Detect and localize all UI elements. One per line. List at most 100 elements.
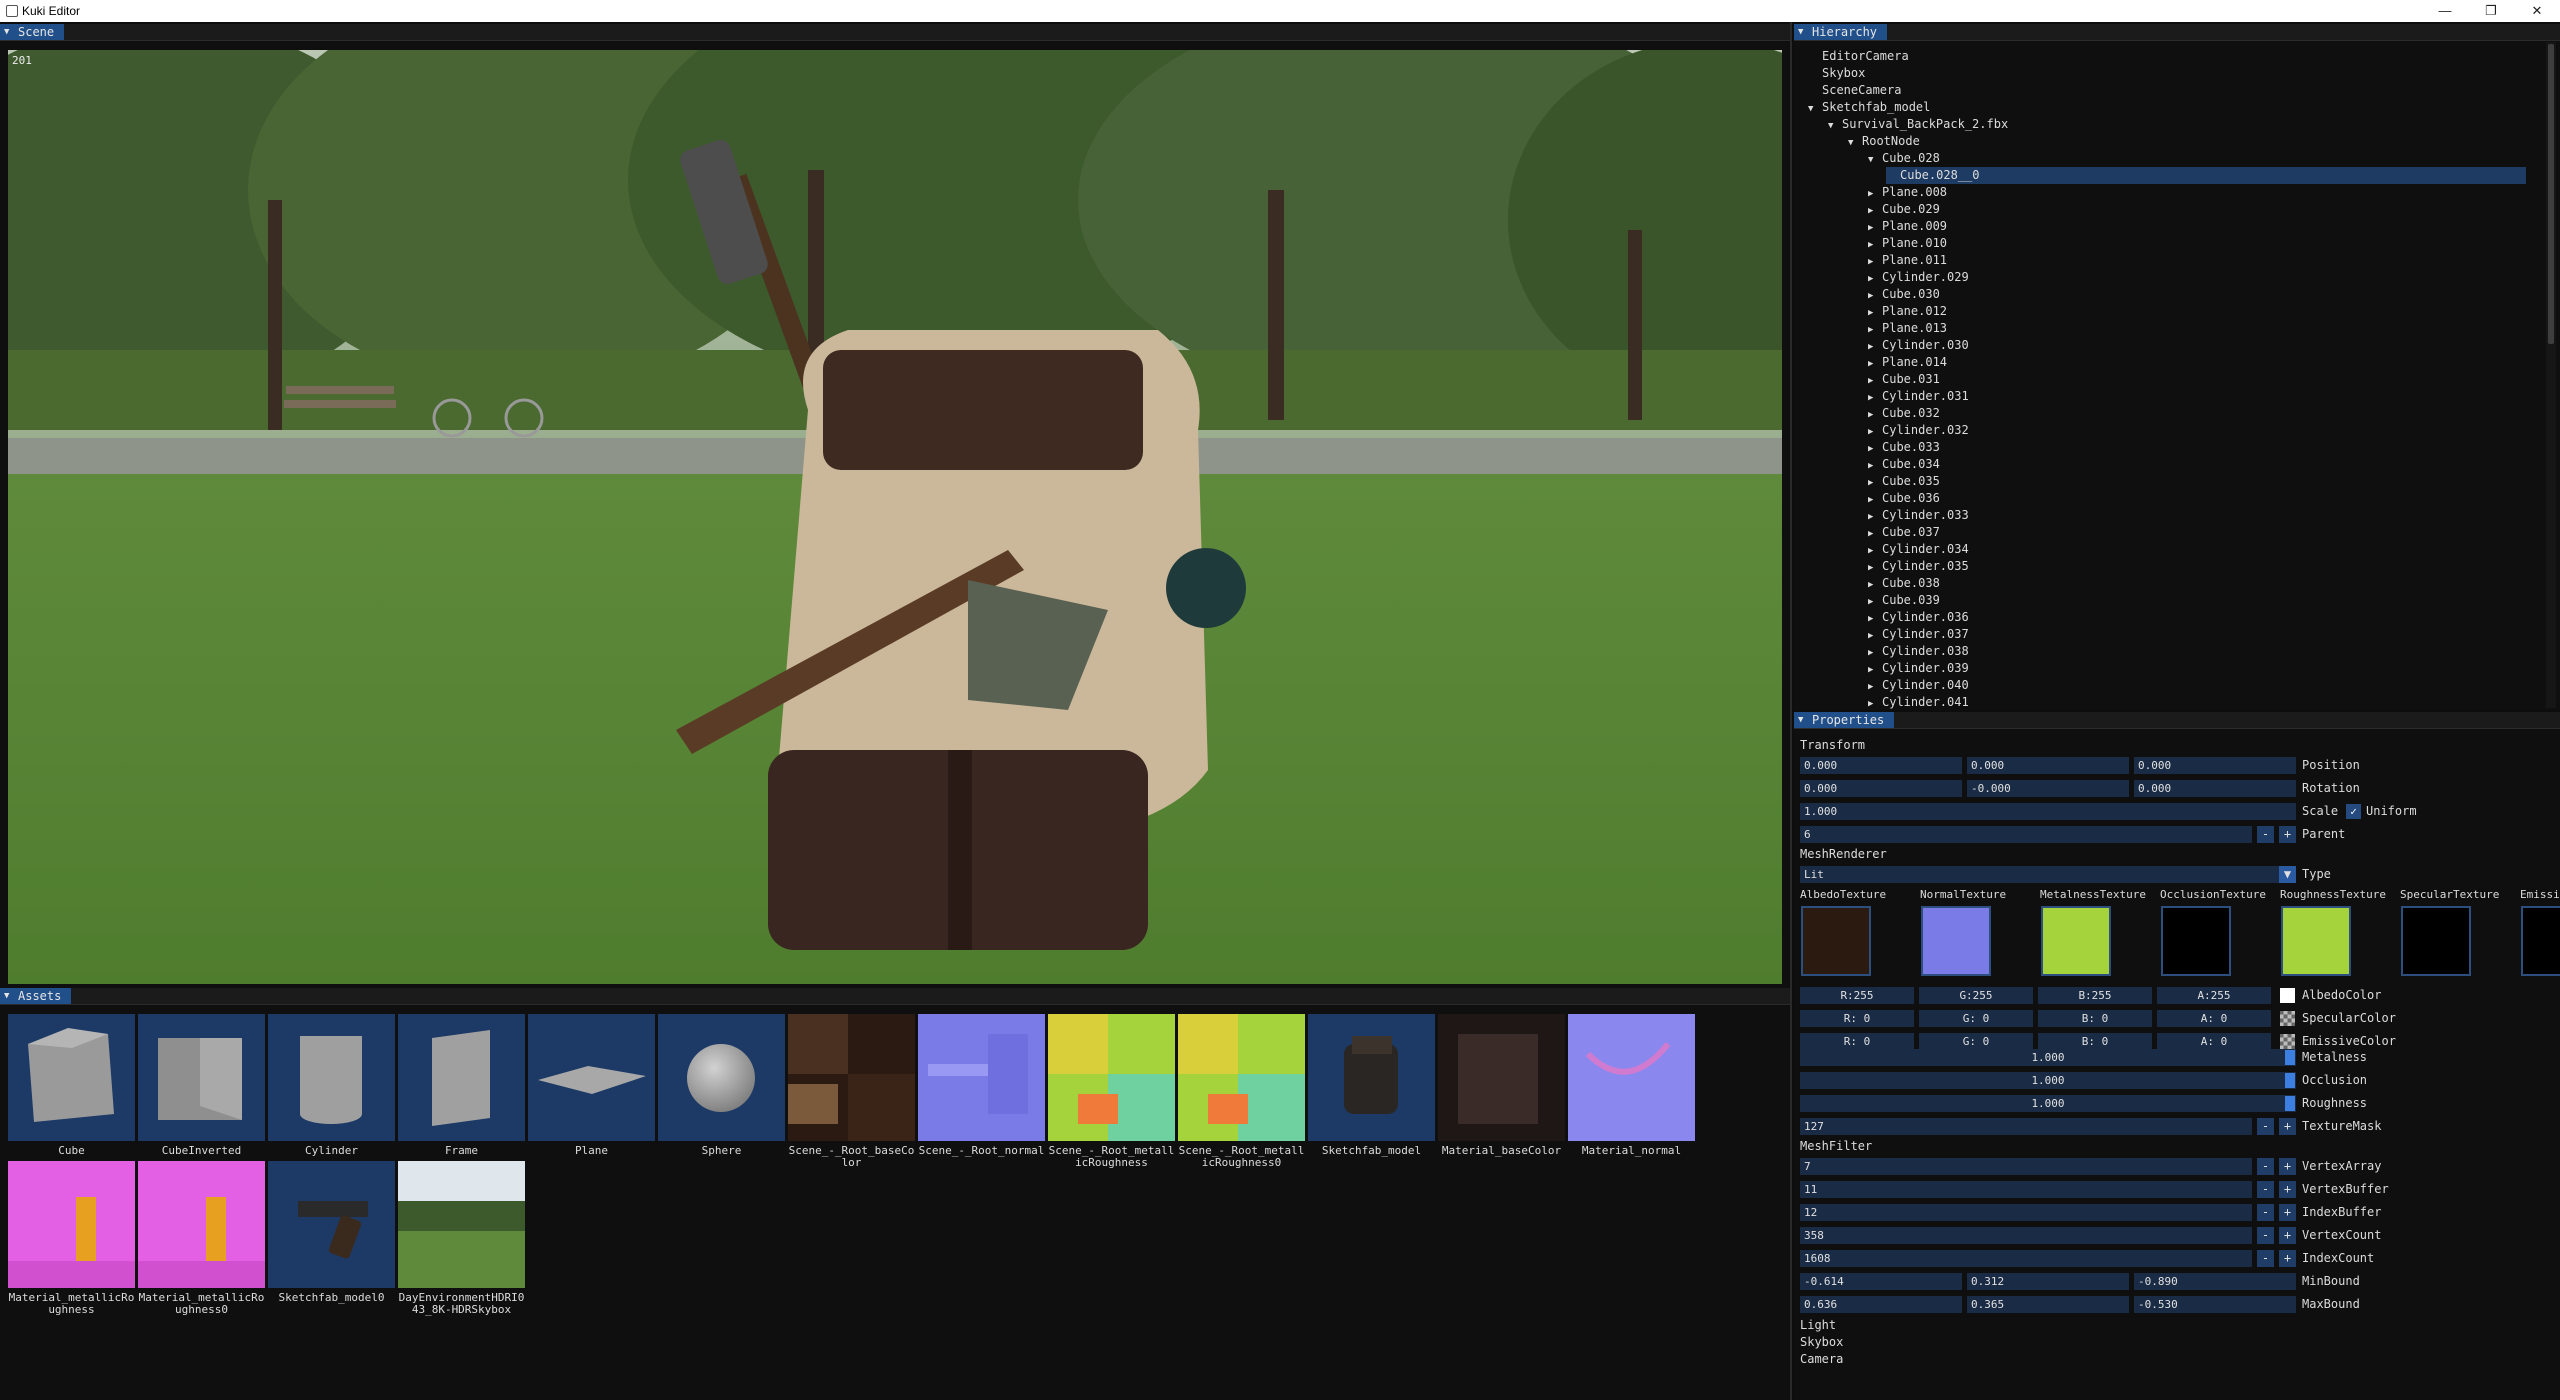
asset-item[interactable]: Material_metallicRoughness0 — [138, 1161, 265, 1316]
texture-slot[interactable] — [2281, 906, 2351, 976]
vertex-buffer-increment-button[interactable]: + — [2279, 1181, 2296, 1198]
hierarchy-item[interactable]: EditorCamera — [1808, 48, 1909, 65]
max-bound-z-field[interactable]: -0.530 — [2134, 1296, 2296, 1313]
parent-increment-button[interactable]: + — [2279, 826, 2296, 843]
position-y-field[interactable]: 0.000 — [1967, 757, 2129, 774]
asset-item[interactable]: Material_baseColor — [1438, 1014, 1565, 1157]
asset-item[interactable]: Frame — [398, 1014, 525, 1157]
specular-color-g-field[interactable]: G: 0 — [1919, 1010, 2033, 1027]
hierarchy-item[interactable]: ▶ Cylinder.034 — [1868, 541, 1969, 558]
albedo-color-g-field[interactable]: G:255 — [1919, 987, 2033, 1004]
index-buffer-field[interactable]: 12 — [1800, 1204, 2252, 1221]
hierarchy-item[interactable]: ▼ Survival_BackPack_2.fbx — [1828, 116, 2008, 133]
hierarchy-item[interactable]: ▶ Cube.037 — [1868, 524, 1940, 541]
index-count-decrement-button[interactable]: - — [2257, 1250, 2274, 1267]
asset-item[interactable]: Material_normal — [1568, 1014, 1695, 1157]
min-bound-x-field[interactable]: -0.614 — [1800, 1273, 1962, 1290]
asset-item[interactable]: Plane — [528, 1014, 655, 1157]
occlusion-slider[interactable]: 1.000 — [1800, 1072, 2296, 1089]
roughness-slider-grab[interactable] — [2285, 1096, 2295, 1111]
asset-item[interactable]: CubeInverted — [138, 1014, 265, 1157]
uniform-checkbox[interactable]: ✓ — [2346, 804, 2361, 819]
texture-slot[interactable] — [2401, 906, 2471, 976]
index-buffer-decrement-button[interactable]: - — [2257, 1204, 2274, 1221]
specular-color-b-field[interactable]: B: 0 — [2038, 1010, 2152, 1027]
hierarchy-item[interactable]: ▶ Plane.009 — [1868, 218, 1947, 235]
max-bound-y-field[interactable]: 0.365 — [1967, 1296, 2129, 1313]
metalness-slider[interactable]: 1.000 — [1800, 1049, 2296, 1066]
hierarchy-tab[interactable]: ▼ Hierarchy — [1794, 24, 1888, 40]
hierarchy-item[interactable]: ▶ Cube.030 — [1868, 286, 1940, 303]
emissive-color-b-field[interactable]: B: 0 — [2038, 1033, 2152, 1050]
specular-color-r-field[interactable]: R: 0 — [1800, 1010, 1914, 1027]
emissive-color-swatch[interactable] — [2280, 1034, 2295, 1049]
collapse-arrow-icon[interactable]: ▼ — [4, 988, 9, 1004]
hierarchy-scroll-thumb[interactable] — [2548, 44, 2554, 344]
hierarchy-item[interactable]: ▶ Cylinder.039 — [1868, 660, 1969, 677]
hierarchy-item[interactable]: ▶ Cube.031 — [1868, 371, 1940, 388]
max-bound-x-field[interactable]: 0.636 — [1800, 1296, 1962, 1313]
texture-slot[interactable] — [2161, 906, 2231, 976]
vertex-buffer-decrement-button[interactable]: - — [2257, 1181, 2274, 1198]
albedo-color-r-field[interactable]: R:255 — [1800, 987, 1914, 1004]
min-bound-z-field[interactable]: -0.890 — [2134, 1273, 2296, 1290]
minimize-button[interactable]: — — [2422, 0, 2468, 22]
asset-item[interactable]: Scene_-_Root_baseColor — [788, 1014, 915, 1169]
vertex-count-field[interactable]: 358 — [1800, 1227, 2252, 1244]
hierarchy-item[interactable]: ▶ Cube.033 — [1868, 439, 1940, 456]
hierarchy-item[interactable]: ▶ Cylinder.030 — [1868, 337, 1969, 354]
texture-slot[interactable] — [1921, 906, 1991, 976]
vertex-array-increment-button[interactable]: + — [2279, 1158, 2296, 1175]
albedo-color-swatch[interactable] — [2280, 988, 2295, 1003]
hierarchy-item[interactable]: ▶ Plane.010 — [1868, 235, 1947, 252]
asset-item[interactable]: Sketchfab_model — [1308, 1014, 1435, 1157]
hierarchy-item[interactable]: ▼ RootNode — [1848, 133, 1920, 150]
specular-color-a-field[interactable]: A: 0 — [2157, 1010, 2271, 1027]
hierarchy-item[interactable]: SceneCamera — [1808, 82, 1901, 99]
hierarchy-item[interactable]: ▶ Cube.036 — [1868, 490, 1940, 507]
specular-color-swatch[interactable] — [2280, 1011, 2295, 1026]
hierarchy-scrollbar[interactable] — [2546, 42, 2556, 708]
restore-button[interactable]: ❐ — [2468, 0, 2514, 22]
hierarchy-item[interactable]: ▼ Sketchfab_model — [1808, 99, 1930, 116]
emissive-color-g-field[interactable]: G: 0 — [1919, 1033, 2033, 1050]
scene-tab[interactable]: ▼ Scene — [0, 24, 65, 40]
scale-field[interactable]: 1.000 — [1800, 803, 2296, 820]
hierarchy-item[interactable]: ▶ Plane.013 — [1868, 320, 1947, 337]
vertex-array-field[interactable]: 7 — [1800, 1158, 2252, 1175]
parent-decrement-button[interactable]: - — [2257, 826, 2274, 843]
expanded-arrow-icon[interactable]: ▼ — [1828, 118, 1842, 135]
hierarchy-item[interactable]: ▶ Cylinder.041 — [1868, 694, 1969, 711]
hierarchy-item[interactable]: ▶ Cylinder.029 — [1868, 269, 1969, 286]
collapsed-arrow-icon[interactable]: ▶ — [1868, 696, 1882, 713]
hierarchy-item[interactable]: ▶ Cylinder.032 — [1868, 422, 1969, 439]
position-x-field[interactable]: 0.000 — [1800, 757, 1962, 774]
rotation-z-field[interactable]: 0.000 — [2134, 780, 2296, 797]
asset-item[interactable]: Scene_-_Root_metallicRoughness0 — [1178, 1014, 1305, 1169]
expanded-arrow-icon[interactable]: ▼ — [1848, 135, 1862, 152]
hierarchy-item[interactable]: Skybox — [1808, 65, 1865, 82]
hierarchy-item[interactable]: ▶ Cylinder.031 — [1868, 388, 1969, 405]
hierarchy-item[interactable]: ▶ Plane.008 — [1868, 184, 1947, 201]
properties-tab[interactable]: ▼ Properties — [1794, 712, 1895, 728]
scene-viewport[interactable] — [8, 50, 1782, 984]
dropdown-arrow-icon[interactable]: ▼ — [2279, 866, 2296, 883]
vertex-buffer-field[interactable]: 11 — [1800, 1181, 2252, 1198]
asset-item[interactable]: DayEnvironmentHDRI043_8K-HDRSkybox — [398, 1161, 525, 1316]
hierarchy-item[interactable]: ▶ Cylinder.037 — [1868, 626, 1969, 643]
panel-divider[interactable] — [1790, 22, 1792, 1400]
min-bound-y-field[interactable]: 0.312 — [1967, 1273, 2129, 1290]
rotation-y-field[interactable]: -0.000 — [1967, 780, 2129, 797]
type-dropdown[interactable]: Lit — [1800, 866, 2296, 883]
parent-field[interactable]: 6 — [1800, 826, 2252, 843]
hierarchy-item[interactable]: ▶ Cube.038 — [1868, 575, 1940, 592]
metalness-slider-grab[interactable] — [2285, 1050, 2295, 1065]
position-z-field[interactable]: 0.000 — [2134, 757, 2296, 774]
hierarchy-item[interactable]: Cube.028__0 — [1886, 167, 2526, 184]
hierarchy-item[interactable]: ▶ Plane.014 — [1868, 354, 1947, 371]
index-count-field[interactable]: 1608 — [1800, 1250, 2252, 1267]
collapse-arrow-icon[interactable]: ▼ — [1798, 24, 1803, 40]
hierarchy-item[interactable]: ▼ Cube.028 — [1868, 150, 1940, 167]
hierarchy-item[interactable]: ▶ Cylinder.040 — [1868, 677, 1969, 694]
hierarchy-item[interactable]: ▶ Plane.011 — [1868, 252, 1947, 269]
